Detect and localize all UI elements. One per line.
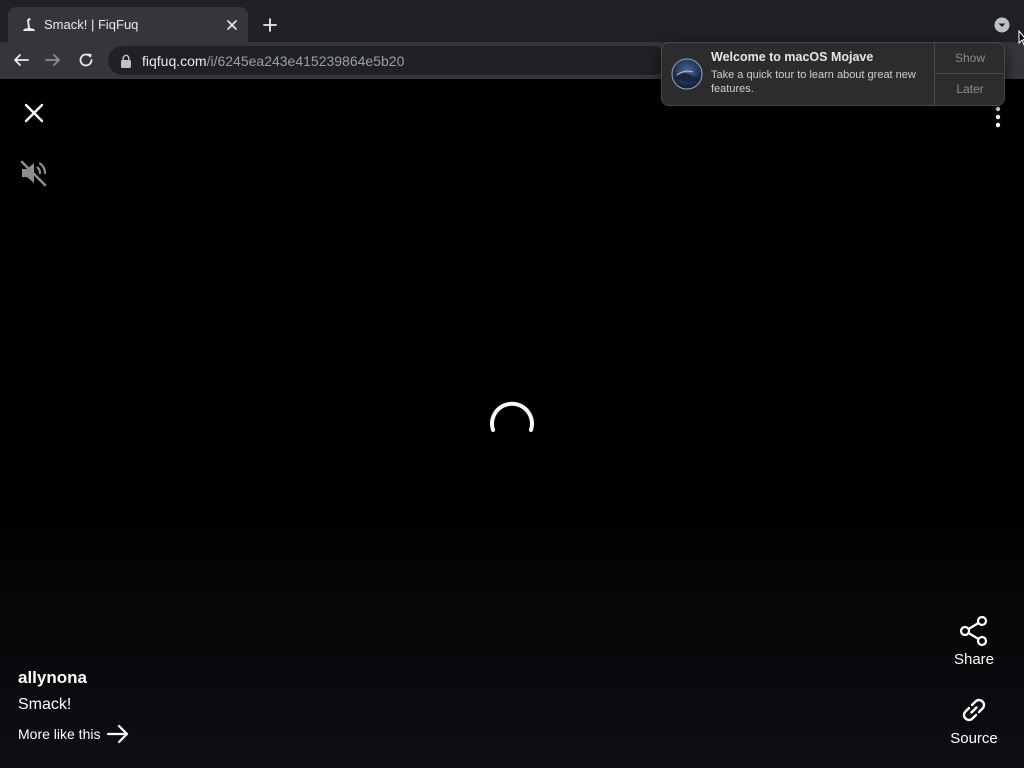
browser-tab[interactable]: Smack! | FiqFuq [8, 7, 248, 42]
notification-later-button[interactable]: Later [935, 74, 1005, 105]
author-name[interactable]: allynona [18, 668, 130, 688]
arrow-right-icon [107, 724, 129, 744]
url-host: fiqfuq.com [142, 53, 207, 69]
source-button[interactable]: Source [944, 694, 1004, 747]
notification-buttons: Show Later [934, 43, 1005, 105]
macos-notification[interactable]: Welcome to macOS Mojave Take a quick tou… [661, 42, 1005, 106]
url-text: fiqfuq.com/i/6245ea243e415239864e5b20 [142, 53, 404, 69]
back-arrow-icon[interactable] [12, 51, 30, 69]
mouse-cursor-icon [1018, 30, 1024, 46]
more-like-this-link[interactable]: More like this [18, 724, 130, 744]
url-path: /i/6245ea243e415239864e5b20 [206, 53, 405, 69]
tab-title: Smack! | FiqFuq [44, 17, 139, 32]
notification-body: Take a quick tour to learn about great n… [711, 69, 916, 95]
share-button[interactable]: Share [944, 615, 1004, 668]
browser-tab-strip: Smack! | FiqFuq [0, 0, 1024, 42]
tab-search-icon[interactable] [994, 17, 1010, 33]
link-icon [962, 698, 986, 722]
notification-title: Welcome to macOS Mojave [711, 50, 874, 64]
new-tab-icon[interactable] [262, 17, 278, 33]
address-bar[interactable]: fiqfuq.com/i/6245ea243e415239864e5b20 [108, 46, 668, 75]
mojave-app-icon [671, 58, 703, 90]
close-icon[interactable] [22, 101, 46, 125]
lock-icon[interactable] [120, 54, 132, 68]
post-caption: allynona Smack! More like this [18, 668, 130, 744]
source-label: Source [950, 730, 998, 747]
more-options-icon[interactable] [992, 105, 1004, 129]
post-description: Smack! [18, 696, 72, 713]
share-label: Share [953, 651, 995, 668]
volume-muted-icon[interactable] [18, 157, 50, 189]
more-like-this-label: More like this [18, 726, 101, 742]
tab-close-icon[interactable] [225, 18, 239, 32]
screen: Smack! | FiqFuq fiqfuq.com/i/6245ea243e4… [0, 0, 1024, 768]
forward-arrow-icon[interactable] [44, 51, 62, 69]
share-icon [959, 615, 988, 647]
reload-icon[interactable] [77, 51, 95, 69]
loading-spinner-icon [490, 401, 534, 432]
notification-show-button[interactable]: Show [935, 43, 1005, 74]
media-viewer: allynona Smack! More like this Share Sou… [0, 79, 1024, 768]
site-favicon-icon [23, 18, 35, 31]
